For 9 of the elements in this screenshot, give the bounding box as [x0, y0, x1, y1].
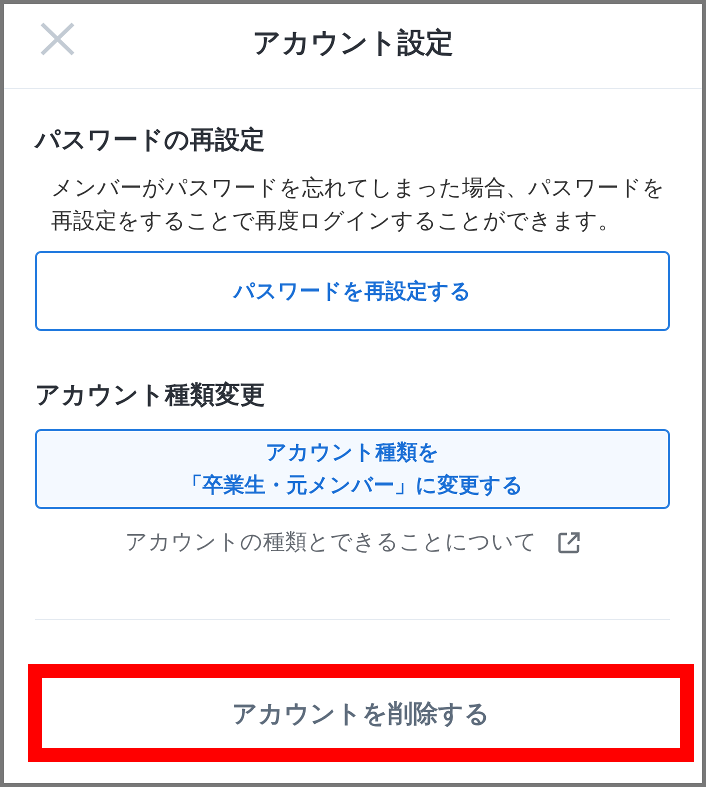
close-icon[interactable] [40, 22, 75, 56]
section-description: メンバーがパスワードを忘れてしまった場合、パスワードを再設定をすることで再度ログインすることができます。 [50, 175, 666, 236]
help-link[interactable]: アカウントの種類とできることについて [125, 527, 580, 559]
action-button[interactable]: パスワードを再設定する [35, 251, 670, 331]
external-link-icon [558, 532, 580, 554]
window-title: アカウント設定 [252, 25, 454, 61]
section-heading: パスワードの再設定 [35, 124, 266, 156]
action-button[interactable]: アカウント種類を 「卒業生・元メンバー」に変更する [35, 429, 670, 509]
section-heading: アカウント種類変更 [35, 379, 266, 411]
